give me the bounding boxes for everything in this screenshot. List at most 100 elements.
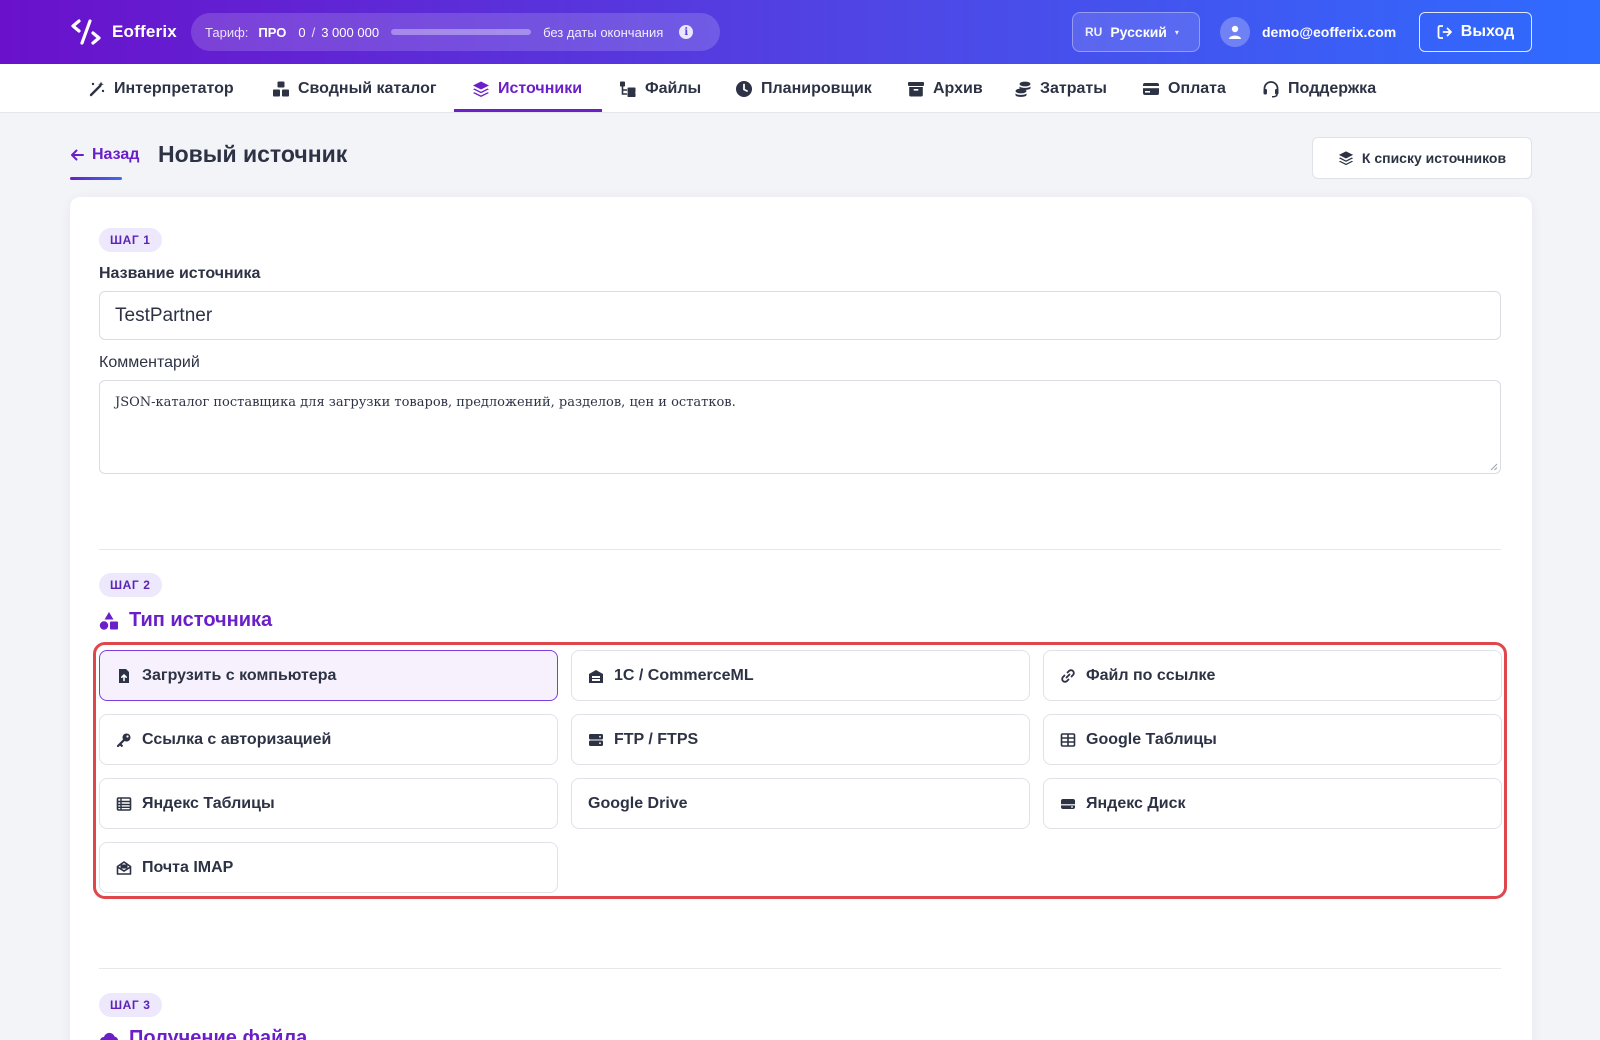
tab-label: Архив [933, 79, 983, 97]
archive-icon [908, 81, 924, 96]
section-divider [99, 968, 1501, 969]
tab-label: Оплата [1168, 79, 1226, 97]
warehouse-icon [589, 669, 603, 683]
folder-tree-icon [620, 81, 636, 97]
comment-textarea[interactable]: JSON-каталог поставщика для загрузки тов… [99, 380, 1501, 474]
source-type-upload[interactable]: Загрузить с компьютера [99, 650, 558, 701]
source-name-value: TestPartner [115, 304, 213, 326]
step-badge: ШАГ 2 [99, 573, 162, 597]
section-divider [99, 549, 1501, 550]
tab-payment[interactable]: Оплата [1142, 64, 1226, 113]
tab-catalog[interactable]: Сводный каталог [272, 64, 437, 113]
option-label: Почта IMAP [142, 858, 234, 876]
main-nav: Интерпретатор Сводный каталог Источники … [0, 64, 1600, 113]
user-email: demo@eofferix.com [1262, 24, 1397, 40]
option-label: Яндекс Таблицы [142, 794, 275, 812]
option-label: Загрузить с компьютера [142, 666, 337, 684]
active-tab-indicator [454, 109, 602, 112]
tab-label: Интерпретатор [114, 79, 234, 97]
info-icon[interactable]: i [679, 25, 694, 39]
source-type-1c[interactable]: 1С / CommerceML [571, 650, 1030, 701]
back-underline [70, 177, 122, 180]
comment-label: Комментарий [99, 354, 200, 371]
option-label: Файл по ссылке [1086, 666, 1216, 684]
top-bar: Eofferix Тариф: ПРО 0 / 3 000 000 без да… [0, 0, 1600, 64]
tariff-separator: / [311, 24, 316, 40]
comment-value: JSON-каталог поставщика для загрузки тов… [115, 395, 736, 410]
avatar [1220, 17, 1250, 47]
arrow-left-icon [71, 149, 84, 161]
tariff-plan: ПРО [258, 24, 287, 40]
source-type-google-sheets[interactable]: Google Таблицы [1043, 714, 1502, 765]
language-name: Русский [1110, 24, 1167, 40]
tab-files[interactable]: Файлы [619, 64, 701, 113]
coins-icon [1015, 81, 1031, 97]
link-icon [1061, 668, 1075, 683]
tariff-panel: Тариф: ПРО 0 / 3 000 000 без даты оконча… [191, 13, 720, 51]
tab-scheduler[interactable]: Планировщик [735, 64, 872, 113]
tab-sources[interactable]: Источники [472, 64, 582, 113]
back-link[interactable]: Назад [70, 146, 139, 164]
name-label: Название источника [99, 265, 261, 282]
table-icon [1060, 732, 1076, 747]
source-type-ftp[interactable]: FTP / FTPS [571, 714, 1030, 765]
option-label: Ссылка с авторизацией [142, 730, 332, 748]
user-menu[interactable]: demo@eofferix.com [1220, 17, 1396, 47]
section-title-text: Получение файла [129, 1027, 308, 1040]
wand-icon [89, 81, 105, 96]
tariff-progress-bar [391, 29, 532, 35]
tab-archive[interactable]: Архив [907, 64, 983, 113]
tab-expenses[interactable]: Затраты [1014, 64, 1107, 113]
user-icon [1229, 25, 1241, 39]
app-logo[interactable]: Eofferix [70, 18, 177, 46]
list-table-icon [116, 796, 132, 811]
hard-drive-icon [1061, 798, 1075, 809]
section-title: Тип источника [99, 609, 272, 632]
tab-label: Планировщик [761, 79, 872, 97]
tab-label: Источники [498, 79, 583, 97]
tariff-until: без даты окончания [543, 24, 664, 40]
option-label: Google Drive [588, 794, 688, 812]
logout-icon [1437, 25, 1452, 39]
logo-icon [71, 19, 101, 45]
language-code: RU [1085, 25, 1103, 39]
step-badge: ШАГ 3 [99, 993, 162, 1017]
server-icon [589, 733, 603, 746]
step-badge: ШАГ 1 [99, 228, 162, 252]
layers-icon [473, 81, 489, 97]
app-name: Eofferix [112, 22, 177, 41]
tab-label: Поддержка [1288, 79, 1377, 97]
chevron-down-icon: ▾ [1174, 27, 1179, 37]
to-list-label: К списку источников [1361, 150, 1507, 166]
option-label: Яндекс Диск [1086, 794, 1186, 812]
option-label: FTP / FTPS [614, 730, 699, 748]
layers-icon [1338, 151, 1354, 166]
option-label: 1С / CommerceML [614, 666, 754, 684]
envelope-open-icon [116, 860, 132, 875]
language-select[interactable]: RU Русский ▾ [1072, 12, 1200, 52]
section-title-text: Тип источника [129, 609, 273, 631]
tariff-limit: 3 000 000 [321, 24, 380, 40]
source-type-google-drive[interactable]: Google Drive [571, 778, 1030, 829]
source-name-input[interactable]: TestPartner [99, 291, 1501, 340]
shapes-icon [99, 611, 118, 630]
section-title: Получение файла [99, 1027, 307, 1040]
cloud-download-icon [100, 1032, 119, 1040]
option-label: Google Таблицы [1086, 730, 1217, 748]
source-type-auth-url[interactable]: Ссылка с авторизацией [99, 714, 558, 765]
resize-handle-icon[interactable] [1490, 463, 1498, 471]
to-sources-list-button[interactable]: К списку источников [1312, 137, 1532, 179]
source-type-yandex-disk[interactable]: Яндекс Диск [1043, 778, 1502, 829]
tab-label: Файлы [645, 79, 702, 97]
tariff-used: 0 [298, 24, 306, 40]
logout-button[interactable]: Выход [1419, 12, 1532, 52]
credit-card-icon [1143, 82, 1159, 95]
tab-support[interactable]: Поддержка [1262, 64, 1376, 113]
source-type-url[interactable]: Файл по ссылке [1043, 650, 1502, 701]
tariff-label: Тариф: [205, 24, 249, 40]
tab-interpreter[interactable]: Интерпретатор [88, 64, 234, 113]
source-type-yandex-sheets[interactable]: Яндекс Таблицы [99, 778, 558, 829]
tab-label: Сводный каталог [298, 79, 437, 97]
clock-icon [736, 80, 752, 97]
source-type-imap[interactable]: Почта IMAP [99, 842, 558, 893]
